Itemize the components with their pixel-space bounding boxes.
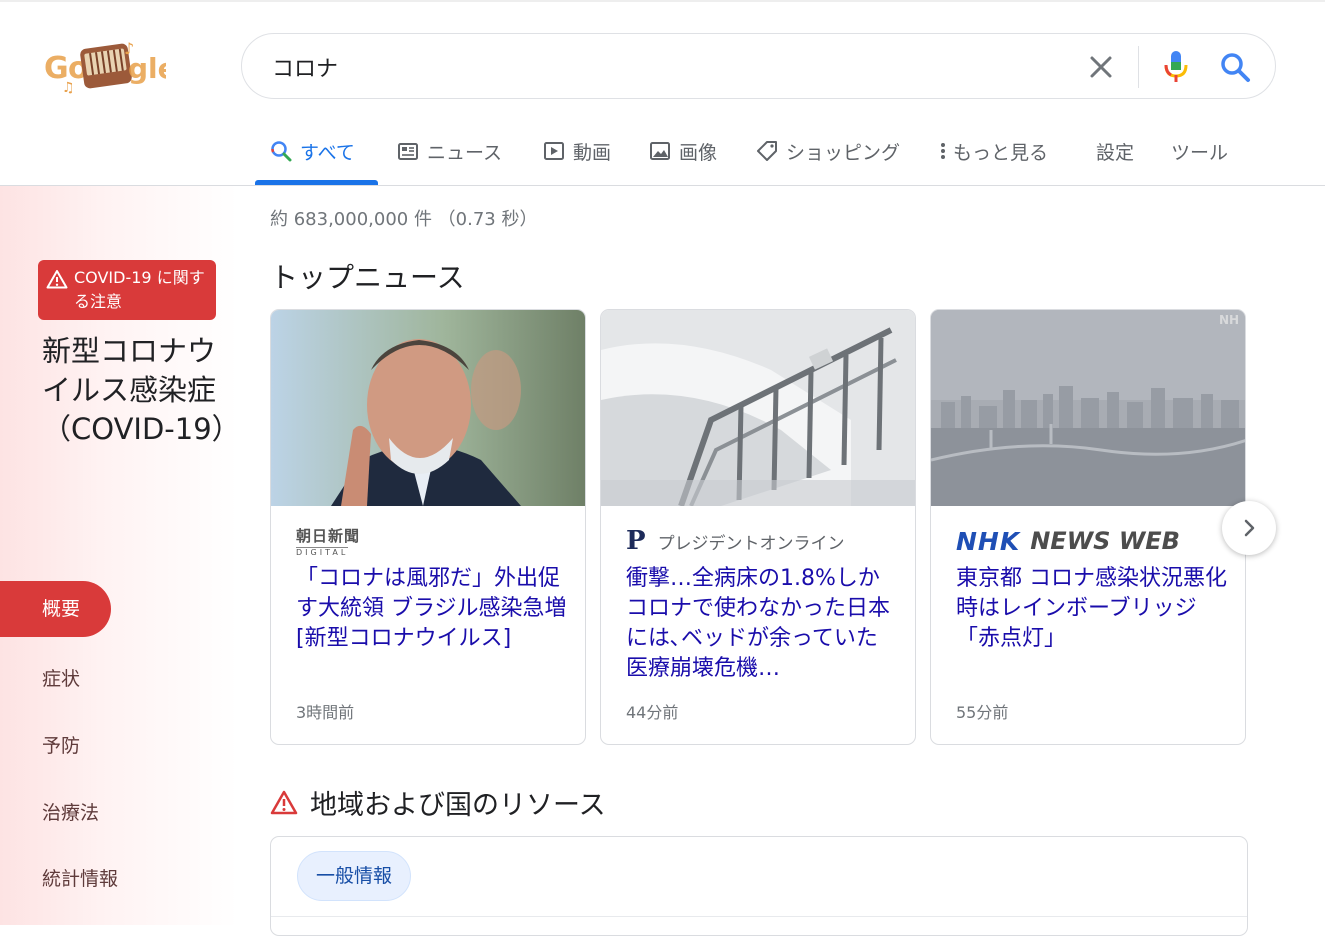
search-icon — [1221, 53, 1250, 82]
tab-settings-label: 設定 — [1096, 141, 1135, 164]
news-thumbnail: NH — [931, 310, 1245, 506]
svg-text:♪: ♪ — [124, 40, 134, 58]
tab-settings[interactable]: 設定 — [1096, 136, 1134, 166]
chevron-right-icon — [1244, 519, 1255, 537]
svg-text:♫: ♫ — [62, 80, 75, 96]
news-thumbnail — [601, 310, 915, 506]
tab-shopping-label: ショッピング — [786, 141, 901, 164]
source-logo-text: 朝日新聞 — [296, 527, 361, 545]
nav-item-overview[interactable]: 概要 — [0, 581, 111, 637]
news-thumbnail — [271, 310, 585, 506]
result-stats: 約 683,000,000 件 （0.73 秒） — [270, 209, 538, 230]
tab-news-label: ニュース — [427, 141, 503, 164]
topic-title: 新型コロナウイルス感染症（COVID-19） — [42, 334, 241, 446]
covid-alert-text: COVID-19 に関する注意 — [74, 268, 205, 311]
tab-news[interactable]: ニュース — [397, 136, 502, 166]
tab-images[interactable]: 画像 — [649, 136, 717, 166]
voice-search-button[interactable] — [1160, 48, 1192, 84]
tab-shopping[interactable]: ショッピング — [756, 136, 900, 166]
warning-icon — [46, 270, 68, 289]
news-source-logo: NHK NEWS WEB — [956, 526, 1180, 556]
search-button[interactable] — [1218, 50, 1252, 84]
clear-search-button[interactable] — [1084, 50, 1118, 84]
nav-item-prevention[interactable]: 予防 — [42, 731, 80, 758]
resources-panel: 一般情報 — [270, 836, 1248, 936]
window-top-border — [0, 0, 1325, 2]
tab-more-label: もっと見る — [953, 141, 1049, 164]
news-card[interactable]: 朝日新聞 DIGITAL 「コロナは風邪だ」外出促す大統領 ブラジル感染急増 [… — [270, 309, 586, 745]
tab-all[interactable]: すべて — [270, 136, 355, 166]
search-icon — [271, 141, 292, 162]
news-headline[interactable]: 「コロナは風邪だ」外出促す大統領 ブラジル感染急増 [新型コロナウイルス] — [296, 564, 568, 654]
tab-video-label: 動画 — [573, 141, 612, 164]
carousel-next-button[interactable] — [1222, 501, 1276, 555]
source-logo-subtext: DIGITAL — [296, 547, 349, 557]
tab-tools[interactable]: ツール — [1171, 136, 1228, 166]
chip-general-info[interactable]: 一般情報 — [297, 851, 412, 901]
news-card[interactable]: P プレジデントオンライン 衝撃…全病床の1.8%しかコロナで使わなかった日本に… — [600, 309, 916, 745]
news-headline[interactable]: 東京都 コロナ感染状況悪化時はレインボーブリッジ「赤点灯」 — [956, 564, 1228, 654]
source-name: プレジデントオンライン — [657, 533, 845, 554]
news-card[interactable]: NH NHK NEWS WEB 東京都 コロナ感染状況悪化時はレインボーブリッジ… — [930, 309, 1246, 745]
covid-alert-badge[interactable]: COVID-19 に関する注意 — [38, 260, 216, 320]
news-time: 44分前 — [626, 703, 679, 722]
resources-divider — [271, 916, 1247, 917]
more-vert-icon — [941, 143, 945, 159]
video-icon — [544, 142, 564, 160]
source-logo-icon: P — [626, 526, 646, 556]
nav-item-statistics[interactable]: 統計情報 — [42, 864, 118, 891]
nav-item-treatment[interactable]: 治療法 — [42, 798, 99, 825]
top-news-heading: トップニュース — [270, 261, 465, 294]
search-box[interactable]: コロナ — [241, 33, 1276, 99]
source-logo-subtext: NEWS WEB — [1030, 527, 1180, 555]
nav-item-symptoms[interactable]: 症状 — [42, 664, 80, 691]
svg-text:NH: NH — [1219, 313, 1239, 327]
warning-icon — [270, 790, 298, 815]
tab-more[interactable]: もっと見る — [937, 136, 1048, 166]
tab-tools-label: ツール — [1171, 141, 1229, 164]
news-time: 55分前 — [956, 703, 1009, 722]
tab-video[interactable]: 動画 — [543, 136, 611, 166]
search-input[interactable]: コロナ — [272, 51, 338, 83]
tag-icon — [757, 141, 777, 161]
image-icon — [650, 142, 670, 160]
search-box-divider — [1138, 46, 1139, 88]
news-headline[interactable]: 衝撃…全病床の1.8%しかコロナで使わなかった日本には､ベッドが余っていた 医療… — [626, 564, 898, 684]
resources-heading: 地域および国のリソース — [270, 784, 606, 821]
news-time: 3時間前 — [296, 703, 355, 722]
resources-heading-text: 地域および国のリソース — [310, 789, 606, 821]
source-logo-text: NHK — [956, 526, 1021, 556]
tab-images-label: 画像 — [679, 141, 718, 164]
close-icon — [1090, 56, 1112, 78]
news-icon — [398, 143, 418, 160]
news-source-logo: 朝日新聞 DIGITAL — [296, 526, 361, 557]
doodle-logo-icon: G o gle ♪ ♫ — [44, 39, 177, 96]
news-source: P プレジデントオンライン — [626, 526, 845, 556]
tab-all-label: すべて — [300, 141, 355, 164]
google-doodle-logo[interactable]: G o gle ♪ ♫ — [42, 39, 177, 96]
microphone-icon — [1164, 51, 1188, 82]
